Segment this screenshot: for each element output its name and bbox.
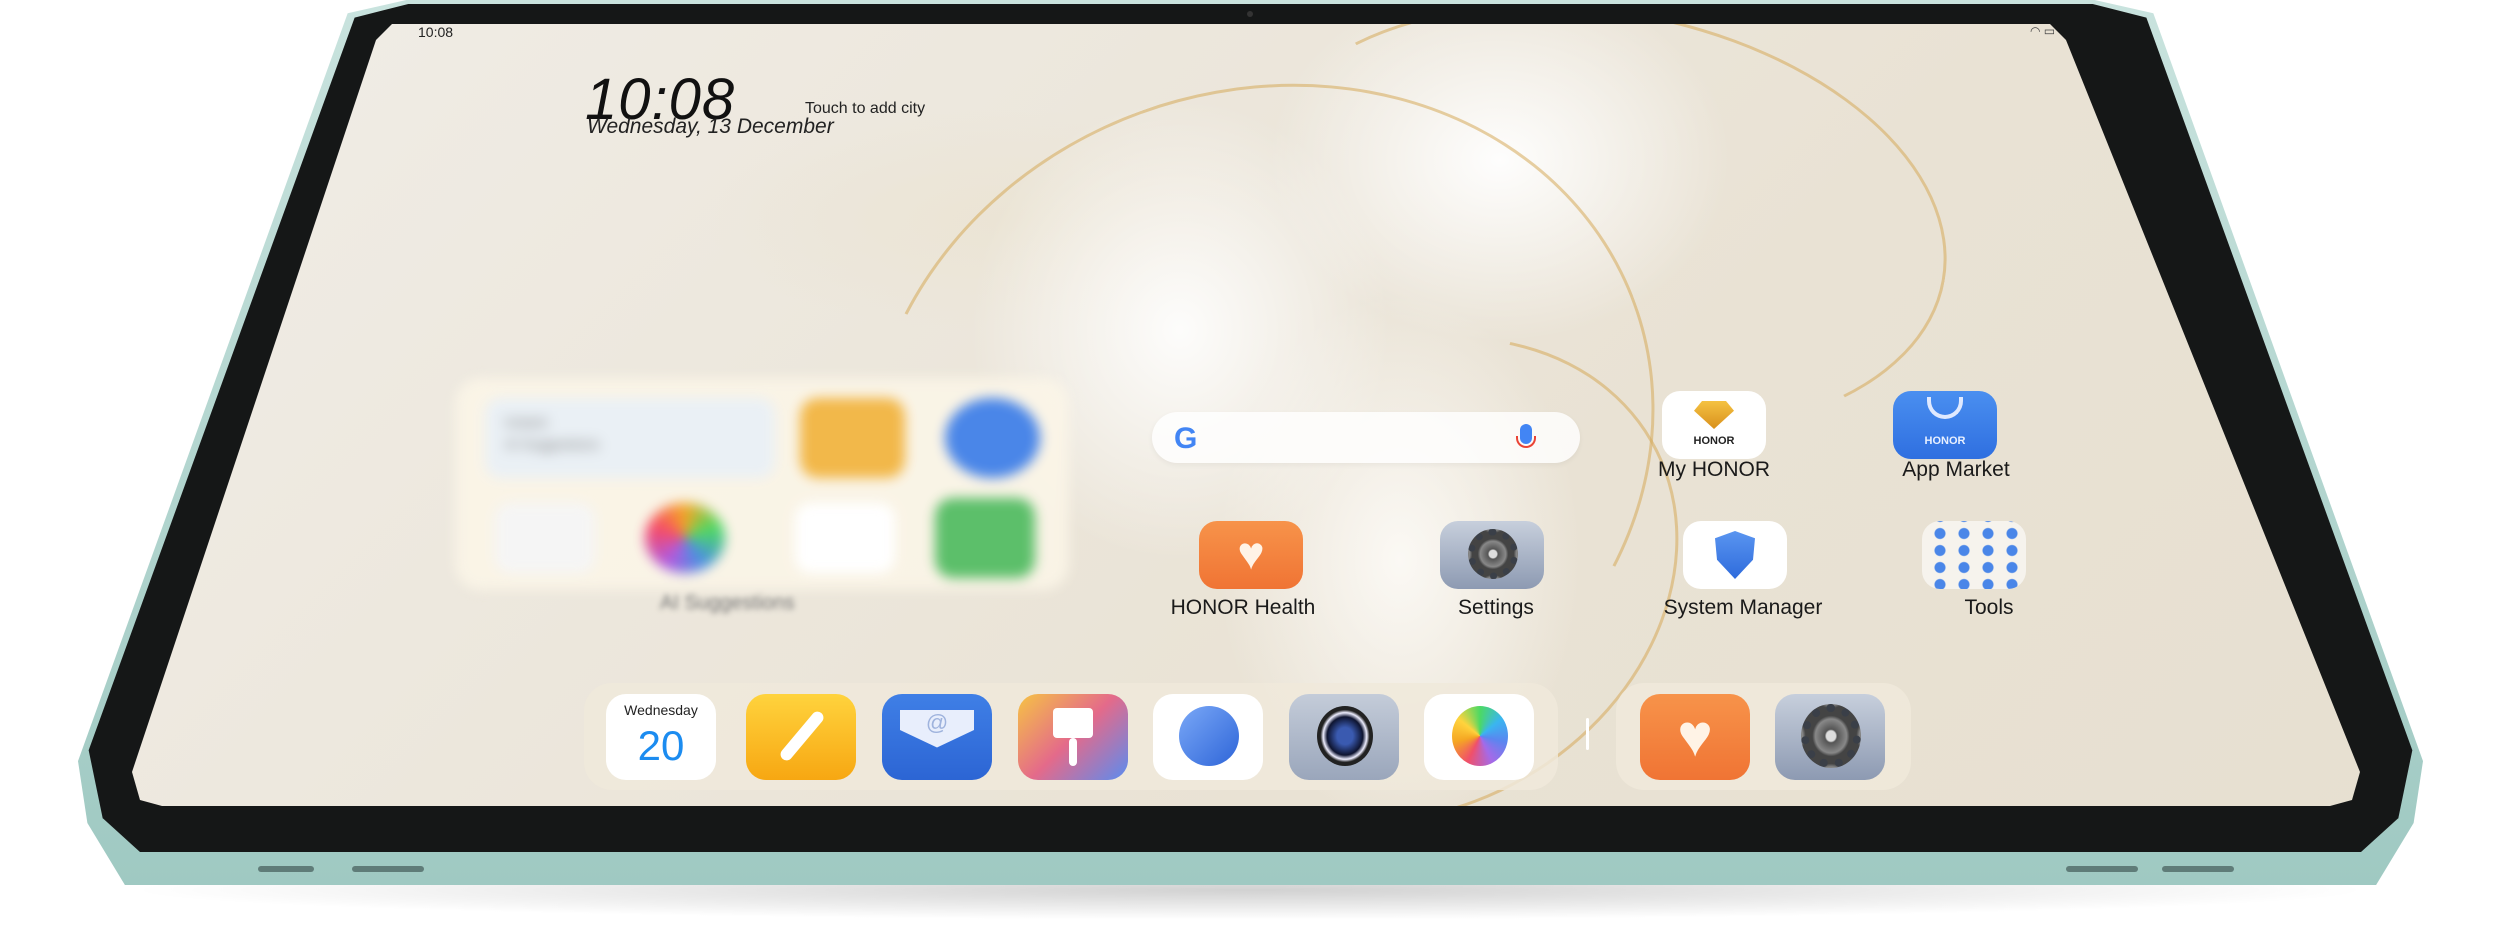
flower-icon — [1452, 706, 1508, 766]
paintbrush-icon — [1053, 708, 1093, 738]
dock-gallery[interactable] — [1424, 694, 1534, 780]
ai-suggestions-widget[interactable]: Instant AI Suggestions — [455, 378, 1069, 590]
dock-browser[interactable] — [1153, 694, 1263, 780]
dock-divider — [1586, 718, 1589, 750]
heart-icon: ♥ — [1677, 702, 1713, 769]
front-camera — [1247, 11, 1253, 17]
microphone-icon[interactable] — [1516, 424, 1536, 448]
camera-lens-icon — [1317, 706, 1373, 766]
shopping-bag-icon: HONOR — [1893, 391, 1997, 459]
dock-notes[interactable] — [746, 694, 856, 780]
recent-honor-health[interactable]: ♥ — [1640, 694, 1750, 780]
pencil-icon — [778, 709, 826, 763]
envelope-icon: @ — [900, 710, 974, 748]
status-time: 10:08 — [418, 24, 454, 40]
google-search-bar[interactable]: G — [1152, 412, 1580, 463]
speaker-grille — [352, 866, 424, 872]
wifi-battery-icon: ◠ ▭ — [2030, 24, 2056, 38]
clock-date: Wednesday, 13 December — [587, 115, 834, 138]
speaker-grille — [258, 866, 314, 872]
gear-icon — [1440, 521, 1544, 589]
diamond-icon: HONOR — [1662, 391, 1766, 459]
speaker-grille — [2066, 866, 2138, 872]
folder-icon — [1922, 521, 2026, 589]
dock-email[interactable]: @ — [882, 694, 992, 780]
dock-calendar[interactable]: Wednesday 20 — [606, 694, 716, 780]
recent-settings[interactable] — [1775, 694, 1885, 780]
speaker-grille — [2162, 866, 2234, 872]
gear-icon — [1801, 704, 1861, 768]
dock-themes[interactable] — [1018, 694, 1128, 780]
planet-icon — [1179, 706, 1239, 766]
dock-camera[interactable] — [1289, 694, 1399, 780]
shield-icon — [1683, 521, 1787, 589]
heart-icon: ♥ — [1199, 521, 1303, 589]
google-g-icon: G — [1174, 422, 1198, 455]
widget-label: AI Suggestions — [660, 592, 795, 614]
